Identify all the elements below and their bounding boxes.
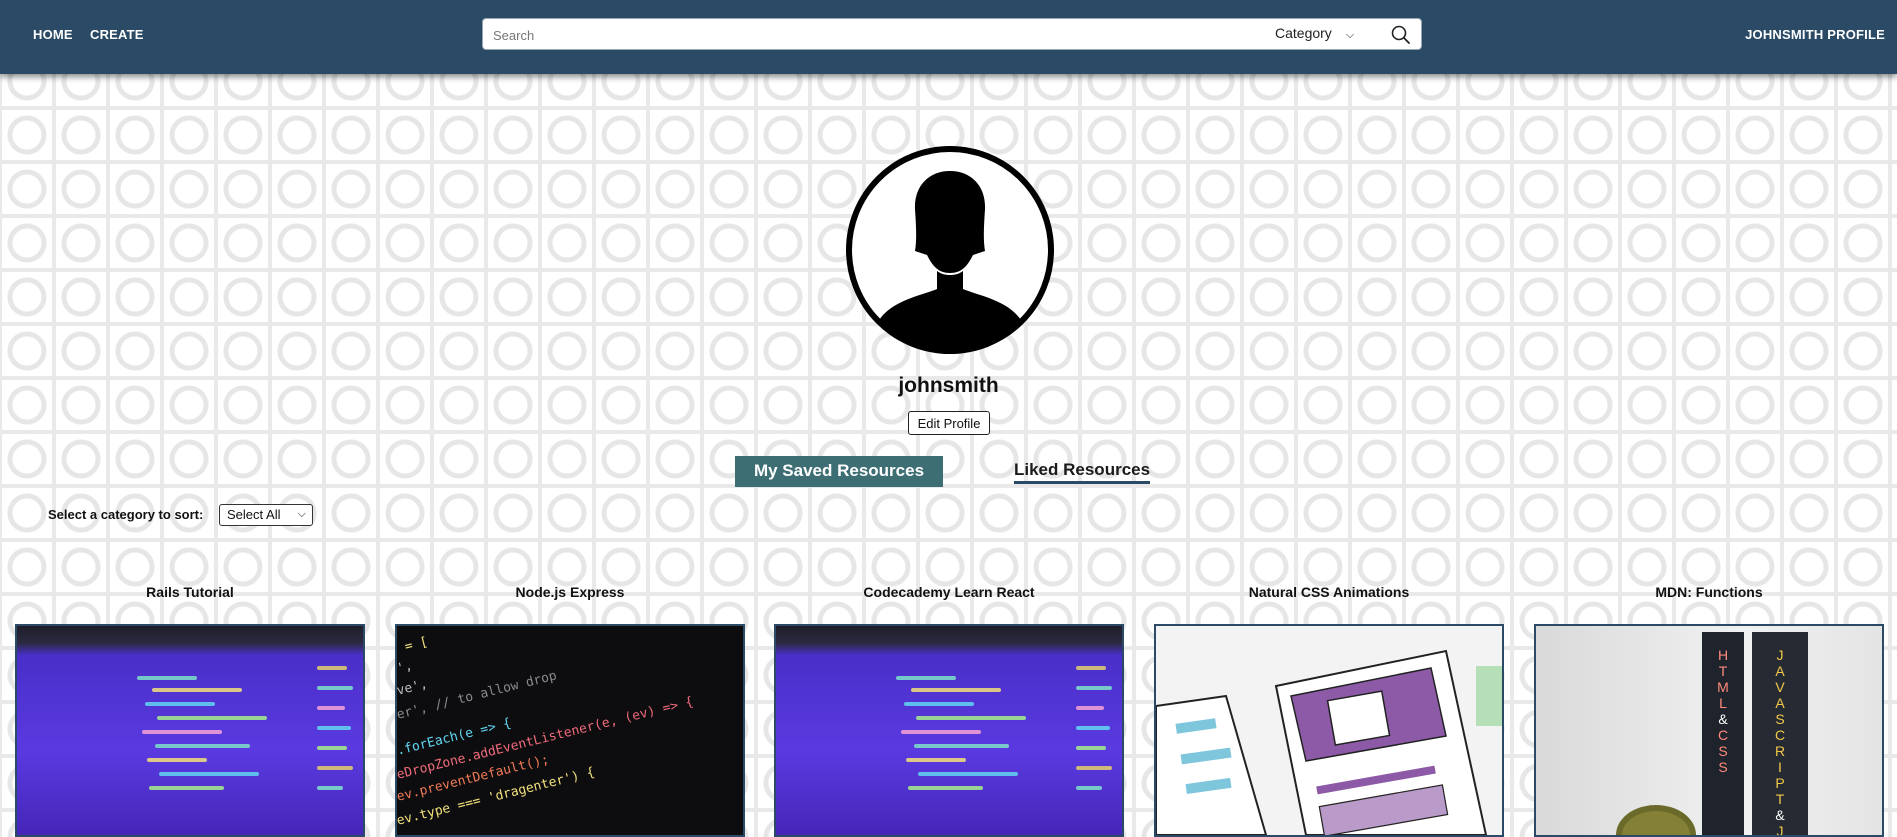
- chevron-down-icon: ⌵: [297, 508, 306, 520]
- search-icon: [1391, 25, 1410, 44]
- category-dropdown-label: Category: [1275, 25, 1332, 41]
- tab-liked-resources[interactable]: Liked Resources: [1014, 460, 1151, 484]
- resource-card-image[interactable]: H T M L & C S S J A V A S C R I P T & J: [1534, 624, 1884, 837]
- resource-card-title[interactable]: Codecademy Learn React: [774, 584, 1124, 600]
- search-input[interactable]: [491, 23, 1195, 47]
- resource-card-title[interactable]: Rails Tutorial: [15, 584, 365, 600]
- resource-card-title[interactable]: Natural CSS Animations: [1154, 584, 1504, 600]
- top-navbar: HOME CREATE Category ⌵ JOHNSMITH PROFILE: [0, 0, 1897, 74]
- edit-profile-button[interactable]: Edit Profile: [908, 411, 990, 435]
- sort-category-label: Select a category to sort:: [48, 507, 204, 522]
- nav-home-link[interactable]: HOME: [33, 27, 73, 42]
- sort-select-value: Select All: [227, 507, 281, 522]
- avatar: [843, 143, 1057, 357]
- sort-category-select[interactable]: Select All ⌵: [219, 504, 313, 526]
- chevron-down-icon: ⌵: [1345, 29, 1355, 41]
- profile-username: johnsmith: [898, 374, 999, 397]
- resource-card-image[interactable]: = [ ', ve', er', // to allow drop .forEa…: [395, 624, 745, 837]
- code-line: ',: [395, 658, 415, 677]
- resource-card-image[interactable]: [774, 624, 1124, 837]
- resource-card-image[interactable]: [1154, 624, 1504, 837]
- book-spine-html-css: H T M L & C S S: [1717, 647, 1729, 775]
- book-spine-javascript-jquery: J A V A S C R I P T & J: [1775, 647, 1785, 835]
- search-button[interactable]: [1389, 23, 1413, 47]
- nav-create-link[interactable]: CREATE: [90, 27, 144, 42]
- nav-profile-link[interactable]: JOHNSMITH PROFILE: [1745, 27, 1885, 42]
- code-line: ve',: [395, 676, 430, 699]
- books-illustration: H T M L & C S S J A V A S C R I P T & J: [1616, 632, 1808, 835]
- code-line: = [: [403, 634, 430, 655]
- category-dropdown[interactable]: Category ⌵: [1275, 25, 1354, 42]
- user-silhouette-icon: [846, 146, 1054, 354]
- resource-card-image[interactable]: [15, 624, 365, 837]
- resource-card-title[interactable]: Node.js Express: [395, 584, 745, 600]
- search-bar: Category ⌵: [482, 18, 1422, 50]
- wireframe-sketch-illustration: [1156, 649, 1502, 835]
- code-line: er', // to allow drop: [395, 668, 559, 723]
- tab-my-saved-resources[interactable]: My Saved Resources: [735, 456, 943, 487]
- resource-card-title[interactable]: MDN: Functions: [1534, 584, 1884, 600]
